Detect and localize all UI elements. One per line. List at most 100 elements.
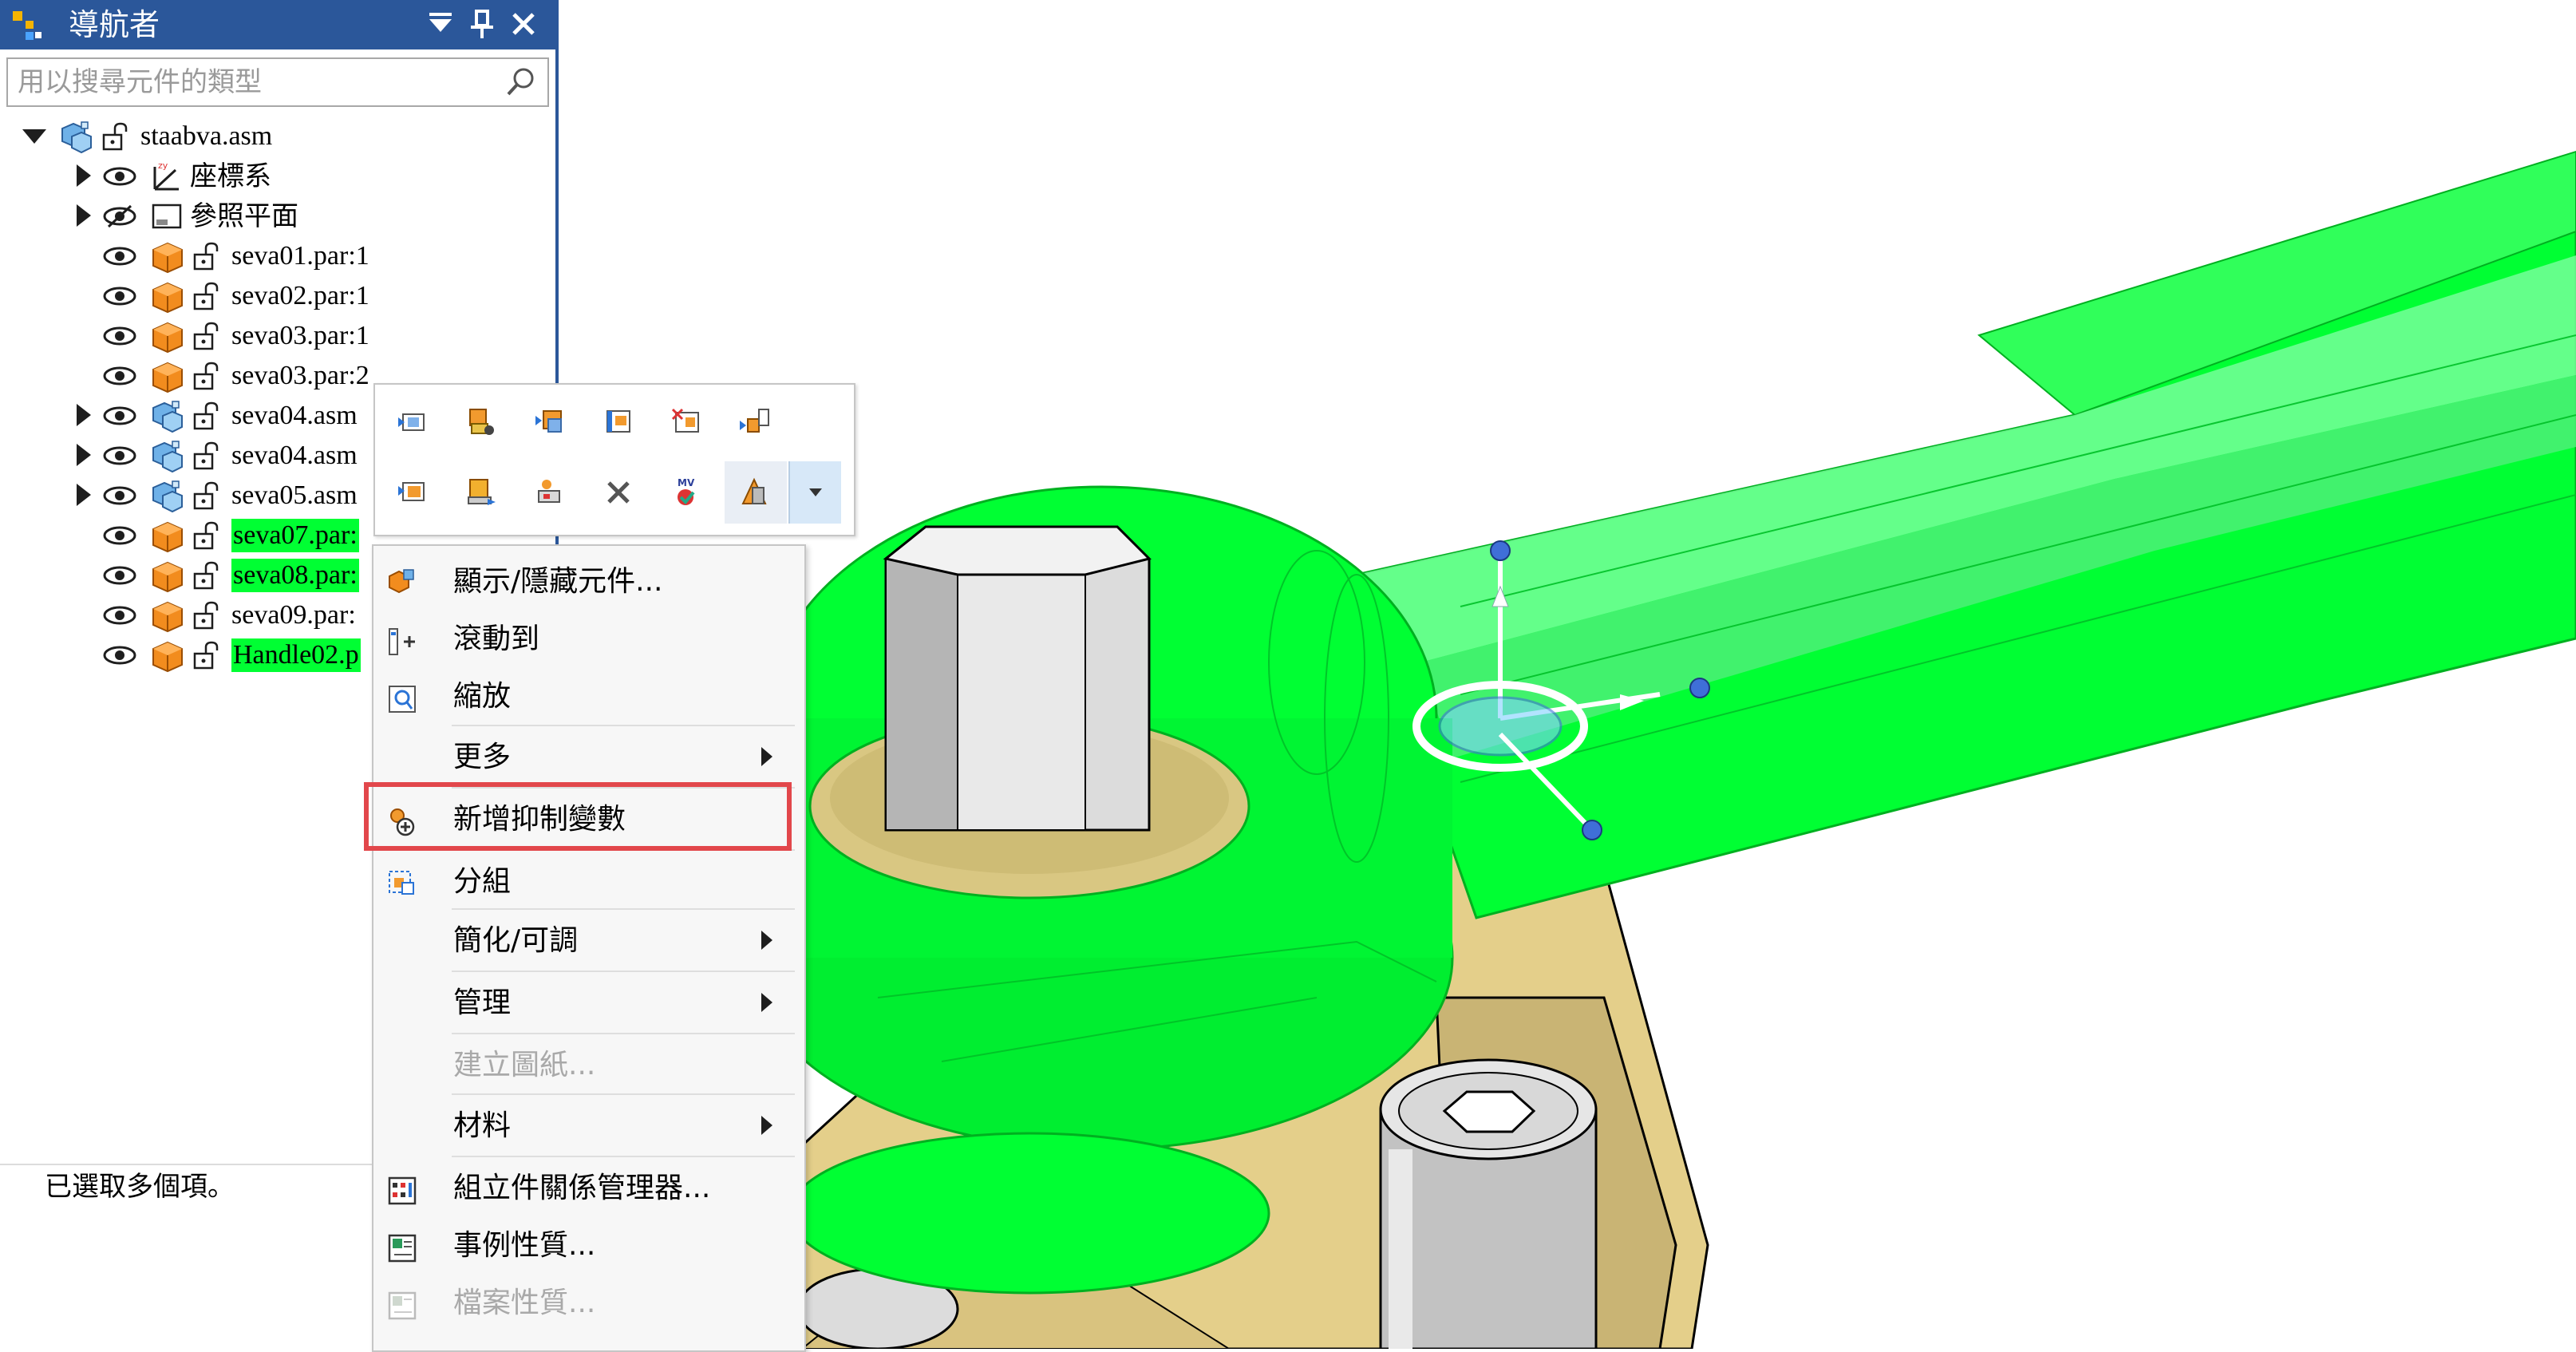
hide-others-button[interactable] <box>656 391 718 453</box>
menu-item-zoom[interactable]: 縮放 <box>373 667 804 726</box>
fit-part-button[interactable] <box>725 391 787 453</box>
visibility-eye-icon[interactable] <box>102 484 137 511</box>
svg-text:zy: zy <box>158 160 168 171</box>
tree-item-label[interactable]: seva02.par:1 <box>231 279 369 313</box>
menu-item-item-7[interactable]: 管理 <box>373 974 804 1033</box>
component-search-box[interactable] <box>6 57 549 107</box>
menu-item-item-8: 建立圖紙... <box>373 1036 804 1095</box>
tree-item-label[interactable]: 參照平面 <box>190 200 298 233</box>
submenu-arrow-icon <box>761 931 772 950</box>
hidden-eye-icon[interactable] <box>102 204 137 231</box>
part-icon <box>148 558 185 596</box>
menu-separator <box>452 1093 795 1095</box>
visibility-eye-icon[interactable] <box>102 284 137 311</box>
part-icon <box>148 638 185 676</box>
socket-cap-screw[interactable] <box>1379 1058 1598 1350</box>
tree-row[interactable]: zy 座標系 <box>0 156 559 196</box>
tree-item-label[interactable]: seva03.par:1 <box>231 319 369 353</box>
transparent-button[interactable] <box>725 461 787 524</box>
expand-arrow-icon[interactable] <box>77 404 91 426</box>
hide-button[interactable] <box>587 391 650 453</box>
tree-item-label[interactable]: seva01.par:1 <box>231 239 369 273</box>
tree-item-label[interactable]: seva07.par: <box>231 519 359 552</box>
assembly-icon <box>148 398 185 437</box>
visibility-eye-icon[interactable] <box>102 524 137 551</box>
show-hide-components-icon <box>386 568 418 600</box>
menu-item-group[interactable]: 分組 <box>373 852 804 911</box>
mv-icon: MV <box>678 477 695 505</box>
search-input[interactable] <box>16 62 498 102</box>
close-pane-icon[interactable] <box>506 6 541 42</box>
tree-row[interactable]: 參照平面 <box>0 196 559 236</box>
visibility-eye-icon[interactable] <box>102 404 137 431</box>
expand-arrow-icon[interactable] <box>77 204 91 227</box>
svg-text:MV: MV <box>678 477 695 488</box>
collapse-arrow-icon[interactable] <box>22 129 46 144</box>
hide-icon <box>606 410 630 433</box>
show-selected-button[interactable] <box>519 391 581 453</box>
tree-item-label[interactable]: seva04.asm <box>231 399 358 433</box>
pane-menu-dropdown-icon[interactable] <box>423 6 458 42</box>
search-icon[interactable] <box>504 65 538 99</box>
tree-row[interactable]: seva01.par:1 <box>0 236 559 276</box>
visibility-eye-icon[interactable] <box>102 244 137 271</box>
menu-item-item-9[interactable]: 材料 <box>373 1097 804 1156</box>
unlocked-padlock-icon <box>190 360 222 395</box>
hide-others-icon <box>671 408 699 433</box>
pin-icon[interactable] <box>464 6 500 42</box>
part-icon <box>148 598 185 636</box>
tree-row[interactable]: staabva.asm <box>0 117 559 156</box>
show-only-button[interactable] <box>381 391 444 453</box>
visibility-eye-icon[interactable] <box>102 444 137 471</box>
part-properties-button[interactable] <box>519 461 581 524</box>
scroll-to-icon <box>386 626 418 658</box>
menu-item-label: 事例性質... <box>453 1229 596 1262</box>
tree-item-label[interactable]: seva04.asm <box>231 439 358 472</box>
visibility-eye-icon[interactable] <box>102 364 137 391</box>
menu-item-label: 縮放 <box>453 680 512 713</box>
tree-item-label[interactable]: staabva.asm <box>140 120 272 153</box>
show-parts-button[interactable] <box>381 461 444 524</box>
menu-item-label: 更多 <box>453 741 512 773</box>
visibility-eye-icon[interactable] <box>102 563 137 591</box>
unlocked-padlock-icon <box>190 280 222 315</box>
menu-item-occurrence-properties[interactable]: 事例性質... <box>373 1216 804 1275</box>
visibility-eye-icon[interactable] <box>102 164 137 192</box>
mv-button[interactable]: MV <box>656 461 718 524</box>
toolbar-dropdown-button[interactable] <box>788 461 841 524</box>
menu-item-file-properties: 檔案性質... <box>373 1274 804 1333</box>
show-all-parts-button[interactable] <box>450 391 512 453</box>
expand-arrow-icon[interactable] <box>77 164 91 187</box>
menu-item-item-3[interactable]: 更多 <box>373 728 804 787</box>
visibility-eye-icon[interactable] <box>102 324 137 351</box>
hex-bolt[interactable] <box>883 525 1152 832</box>
unlocked-padlock-icon <box>190 639 222 674</box>
unlocked-padlock-icon <box>190 599 222 634</box>
coordinate-system-icon: zy <box>148 159 185 197</box>
expand-arrow-icon[interactable] <box>77 484 91 506</box>
tree-item-label[interactable]: seva03.par:2 <box>231 359 369 393</box>
move-part-button[interactable] <box>450 461 512 524</box>
menu-item-item-6[interactable]: 簡化/可調 <box>373 911 804 971</box>
visibility-eye-icon[interactable] <box>102 603 137 631</box>
visibility-eye-icon[interactable] <box>102 643 137 670</box>
menu-item-assembly-relationship-manager[interactable]: 組立件關係管理器... <box>373 1159 804 1218</box>
menu-item-show-hide-components[interactable]: 顯示/隱藏元件... <box>373 552 804 611</box>
tree-item-label[interactable]: 座標系 <box>190 160 271 193</box>
part-properties-icon <box>538 480 560 503</box>
highlight-annotation-box <box>364 782 792 851</box>
tree-item-label[interactable]: seva08.par: <box>231 559 359 592</box>
menu-item-label: 滾動到 <box>453 623 540 655</box>
tree-item-label[interactable]: Handle02.p <box>231 638 361 672</box>
expand-arrow-icon[interactable] <box>77 444 91 466</box>
tree-item-label[interactable]: seva05.asm <box>231 479 358 512</box>
unlocked-padlock-icon <box>190 480 222 515</box>
delete-button[interactable] <box>587 461 650 524</box>
tree-row[interactable]: seva03.par:1 <box>0 316 559 356</box>
3d-graphics-window[interactable] <box>749 0 2576 1350</box>
unlocked-padlock-icon <box>190 559 222 595</box>
tree-item-label[interactable]: seva09.par: <box>231 599 356 632</box>
menu-item-scroll-to[interactable]: 滾動到 <box>373 610 804 669</box>
menu-separator <box>452 725 795 726</box>
tree-row[interactable]: seva02.par:1 <box>0 276 559 316</box>
